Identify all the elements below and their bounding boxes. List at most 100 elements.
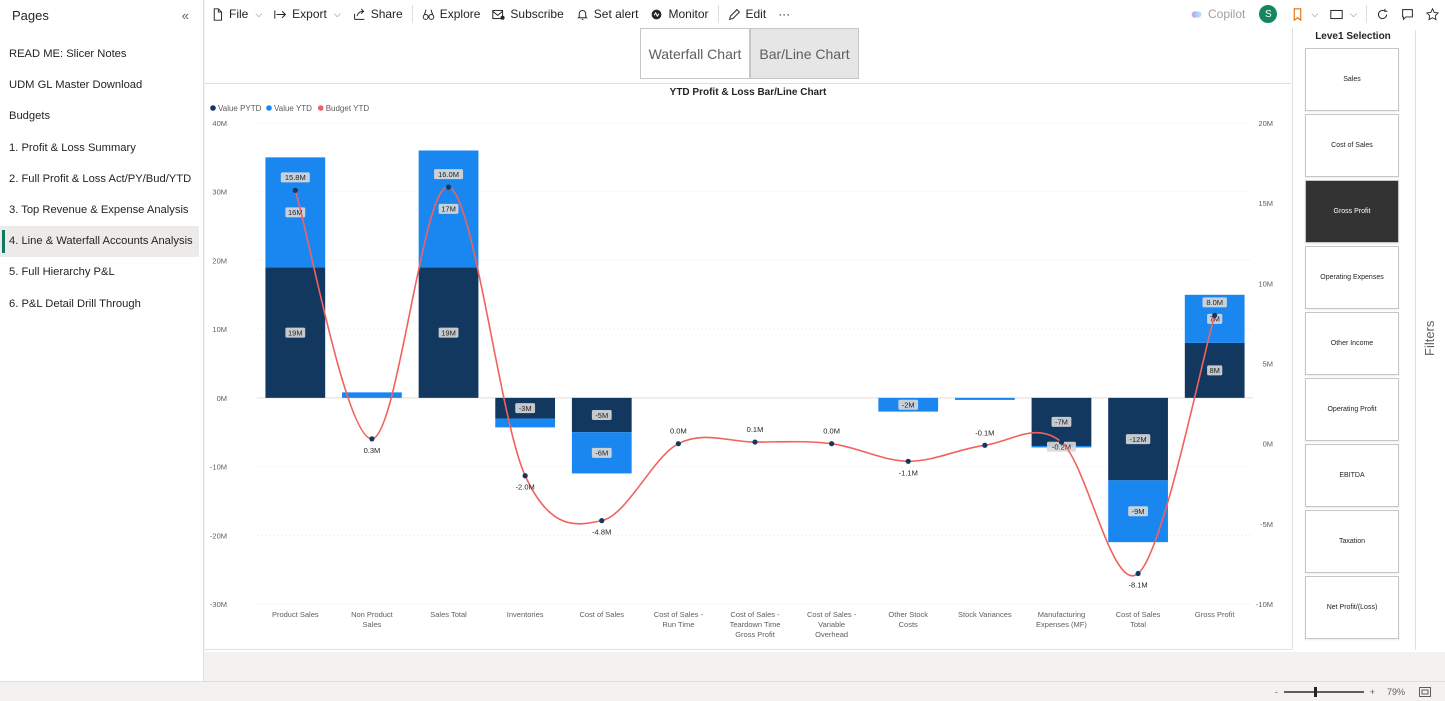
- left-axis-tick: -20M: [210, 531, 227, 540]
- page-item[interactable]: 5. Full Hierarchy P&L: [0, 257, 199, 288]
- refresh-button[interactable]: [1370, 0, 1395, 28]
- slicer-option[interactable]: Net Profit/(Loss): [1305, 576, 1399, 639]
- pages-list: READ ME: Slicer Notes UDM GL Master Downl…: [0, 39, 203, 320]
- subscribe-button[interactable]: Subscribe: [486, 0, 569, 28]
- left-axis-tick: 10M: [212, 325, 227, 334]
- data-label: 17M: [441, 205, 456, 214]
- page-item[interactable]: UDM GL Master Download: [0, 70, 199, 101]
- category-label: Sales Total: [430, 610, 467, 619]
- chevron-down-icon: ⌵: [1350, 8, 1357, 19]
- file-menu[interactable]: File ⌵: [205, 0, 268, 28]
- bar-value-ytd: [954, 397, 1015, 400]
- bookmark-icon: [1294, 7, 1302, 21]
- data-label: -5M: [595, 411, 608, 420]
- right-axis-tick: -10M: [1256, 600, 1273, 609]
- left-axis-tick: -30M: [210, 600, 227, 609]
- explore-button[interactable]: Explore: [416, 0, 487, 28]
- toolbar-divider: [1366, 5, 1367, 23]
- page-item[interactable]: Budgets: [0, 101, 199, 132]
- copilot-label: Copilot: [1207, 7, 1246, 21]
- budget-ytd-point: [522, 473, 528, 479]
- slicer-option[interactable]: Cost of Sales: [1305, 114, 1399, 177]
- legend-marker: [317, 105, 324, 111]
- category-label: Stock Variances: [958, 610, 1012, 619]
- report-toolbar: File ⌵ Export ⌵ Share Explore Subscribe Se…: [205, 0, 1445, 28]
- slicer-option[interactable]: Sales: [1305, 48, 1399, 111]
- category-label: Cost of Sales -Variable Overhead: [807, 610, 857, 639]
- data-label: -9M: [1132, 507, 1145, 516]
- avatar[interactable]: S: [1259, 5, 1278, 23]
- pages-title: Pages: [12, 7, 49, 23]
- category-label: Manufacturing Expenses (MF): [1036, 610, 1087, 629]
- left-axis-tick: 20M: [212, 256, 227, 265]
- bar-line-chart-tab[interactable]: Bar/Line Chart: [750, 28, 859, 79]
- toolbar-right: Copilot S ⌵ ⌵: [1184, 0, 1445, 28]
- budget-data-label: 0.0M: [670, 427, 687, 436]
- zoom-slider[interactable]: [1283, 686, 1364, 697]
- page-item[interactable]: READ ME: Slicer Notes: [0, 39, 199, 70]
- zoom-in-button[interactable]: +: [1370, 687, 1375, 697]
- bar-line-chart-visual[interactable]: YTD Profit & Loss Bar/Line Chart Value PY…: [205, 83, 1291, 650]
- right-axis-tick: -5M: [1260, 520, 1273, 529]
- filters-pane[interactable]: Filters: [1415, 30, 1445, 650]
- budget-ytd-point: [1058, 439, 1065, 445]
- chart-toggle: Waterfall Chart Bar/Line Chart: [640, 28, 859, 79]
- data-label: 19M: [441, 328, 456, 337]
- legend-marker: [210, 105, 216, 111]
- left-axis-tick: 30M: [212, 188, 227, 197]
- budget-data-label: -8.1M: [1128, 581, 1147, 590]
- data-label: -3M: [519, 404, 532, 413]
- filters-label: Filters: [1422, 320, 1437, 356]
- page-item[interactable]: 3. Top Revenue & Expense Analysis: [0, 195, 199, 226]
- pages-header: Pages «: [0, 0, 203, 30]
- data-label: 19M: [288, 328, 303, 337]
- slicer-option[interactable]: Operating Profit: [1305, 378, 1399, 441]
- bar-value-ytd: [495, 418, 556, 428]
- page-item[interactable]: 4. Line & Waterfall Accounts Analysis: [0, 226, 199, 258]
- export-icon: [274, 9, 287, 19]
- slicer-options: Sales Cost of Sales Gross Profit Operating …: [1293, 48, 1413, 639]
- slicer-option[interactable]: Operating Expenses: [1305, 246, 1399, 309]
- slicer-option[interactable]: EBITDA: [1305, 444, 1399, 507]
- budget-ytd-point: [1135, 570, 1141, 577]
- favorite-button[interactable]: [1420, 0, 1445, 28]
- slicer-option[interactable]: Taxation: [1305, 510, 1399, 573]
- collapse-pane-icon[interactable]: «: [182, 8, 189, 23]
- bell-icon: [577, 9, 588, 20]
- copilot-icon: [1191, 10, 1202, 18]
- view-icon: [1330, 9, 1343, 19]
- fit-to-page-icon[interactable]: [1419, 686, 1431, 697]
- status-bar: - + 79%: [0, 681, 1445, 701]
- right-axis-tick: 5M: [1263, 360, 1273, 369]
- page-item[interactable]: 1. Profit & Loss Summary: [0, 133, 199, 164]
- comment-button[interactable]: [1395, 0, 1420, 28]
- zoom-slider-thumb[interactable]: [1313, 686, 1317, 697]
- set-alert-button[interactable]: Set alert: [570, 0, 645, 28]
- monitor-button[interactable]: Monitor: [644, 0, 714, 28]
- page-item[interactable]: 6. P&L Detail Drill Through: [0, 289, 199, 320]
- page-item[interactable]: 2. Full Profit & Loss Act/PY/Bud/YTD: [0, 164, 199, 195]
- share-button[interactable]: Share: [347, 0, 409, 28]
- edit-button[interactable]: Edit: [722, 0, 773, 28]
- level1-selection-slicer: Leve1 Selection Sales Cost of Sales Gross …: [1292, 28, 1413, 650]
- slicer-option[interactable]: Gross Profit: [1305, 180, 1399, 243]
- subscribe-icon: [492, 9, 505, 20]
- more-options-button[interactable]: ···: [772, 0, 796, 28]
- slicer-option[interactable]: Other Income: [1305, 312, 1399, 375]
- refresh-icon: [1377, 8, 1388, 19]
- zoom-out-button[interactable]: -: [1275, 687, 1278, 697]
- copilot-button[interactable]: Copilot: [1184, 0, 1251, 28]
- pages-pane: Pages « READ ME: Slicer Notes UDM GL Mast…: [0, 0, 204, 681]
- right-axis-tick: 0M: [1263, 440, 1273, 449]
- budget-ytd-point: [1212, 312, 1218, 318]
- budget-data-label: -0.1M: [975, 428, 994, 437]
- explore-label: Explore: [439, 7, 481, 21]
- budget-ytd-point: [982, 442, 988, 448]
- waterfall-chart-tab[interactable]: Waterfall Chart: [640, 28, 750, 79]
- bookmark-button[interactable]: ⌵: [1285, 0, 1324, 28]
- export-menu[interactable]: Export ⌵: [268, 0, 347, 28]
- pencil-icon: [728, 8, 740, 20]
- view-button[interactable]: ⌵: [1324, 0, 1363, 28]
- budget-data-label: -4.8M: [592, 528, 611, 537]
- file-icon: [213, 7, 223, 21]
